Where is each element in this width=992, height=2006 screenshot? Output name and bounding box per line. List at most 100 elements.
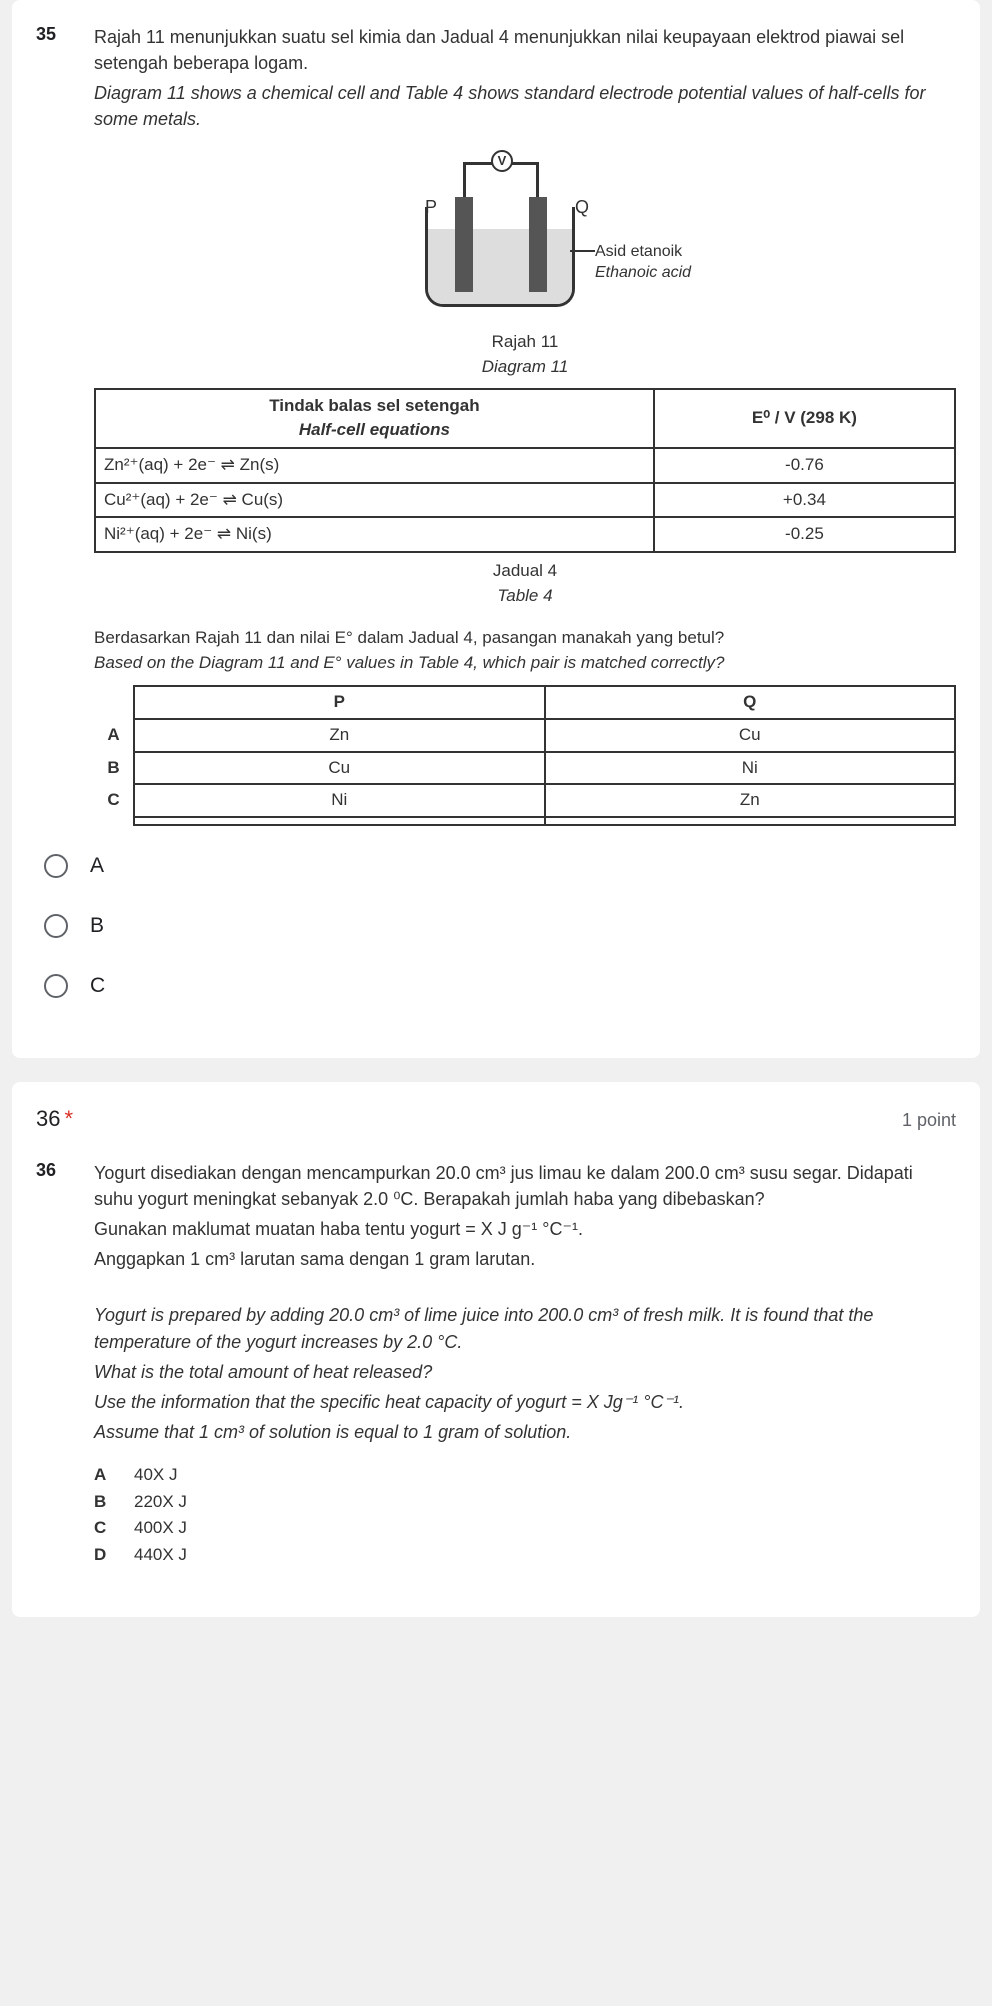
cell bbox=[545, 817, 956, 825]
option-label: A bbox=[90, 854, 104, 878]
acid-label: Asid etanoik Ethanoic acid bbox=[595, 242, 691, 284]
question-content-35: 35 Rajah 11 menunjukkan suatu sel kimia … bbox=[36, 24, 956, 826]
text-en-1: Yogurt is prepared by adding 20.0 cm³ of… bbox=[94, 1302, 956, 1354]
question-text: Berdasarkan Rajah 11 dan nilai E° dalam … bbox=[94, 626, 956, 675]
th-en: Half-cell equations bbox=[104, 418, 645, 443]
cell: Ni bbox=[134, 784, 545, 817]
table-row: C Ni Zn bbox=[94, 784, 955, 817]
acid-ms: Asid etanoik bbox=[595, 243, 682, 260]
text-ms-3: Anggapkan 1 cm³ larutan sama dengan 1 gr… bbox=[94, 1246, 956, 1272]
ans-head-q: Q bbox=[545, 686, 956, 719]
question-number-header: 36* bbox=[36, 1106, 73, 1132]
val-cell: +0.34 bbox=[654, 483, 955, 518]
question-card-35: 35 Rajah 11 menunjukkan suatu sel kimia … bbox=[12, 0, 980, 1058]
text-en-3: Use the information that the specific he… bbox=[94, 1389, 956, 1415]
cell: Zn bbox=[545, 784, 956, 817]
table-header-right: E⁰ / V (298 K) bbox=[654, 389, 955, 448]
text-ms-1: Yogurt disediakan dengan mencampurkan 20… bbox=[94, 1160, 956, 1212]
answer-key: B bbox=[94, 1490, 114, 1515]
wire bbox=[463, 162, 466, 202]
val-cell: -0.76 bbox=[654, 448, 955, 483]
eq-cell: Cu²⁺(aq) + 2e⁻ ⇌ Cu(s) bbox=[95, 483, 654, 518]
radio-icon bbox=[44, 974, 68, 998]
eq-cell: Zn²⁺(aq) + 2e⁻ ⇌ Zn(s) bbox=[95, 448, 654, 483]
answer-row: B 220X J bbox=[94, 1490, 956, 1515]
question-body: Yogurt disediakan dengan mencampurkan 20… bbox=[94, 1160, 956, 1570]
beaker-icon bbox=[425, 207, 575, 307]
question-number: 35 bbox=[36, 24, 76, 826]
table-row: Zn²⁺(aq) + 2e⁻ ⇌ Zn(s) -0.76 bbox=[95, 448, 955, 483]
answer-value: 40X J bbox=[134, 1463, 177, 1488]
row-label: A bbox=[94, 719, 134, 752]
caption-en: Diagram 11 bbox=[94, 355, 956, 380]
table-row bbox=[94, 817, 955, 825]
caption-ms: Jadual 4 bbox=[493, 561, 557, 580]
radio-icon bbox=[44, 854, 68, 878]
cell bbox=[134, 817, 545, 825]
electrode-p bbox=[455, 197, 473, 292]
table-header-left: Tindak balas sel setengah Half-cell equa… bbox=[95, 389, 654, 448]
th-ms: Tindak balas sel setengah bbox=[269, 396, 479, 415]
answer-value: 440X J bbox=[134, 1543, 187, 1568]
option-c[interactable]: C bbox=[44, 974, 956, 998]
question-header: 36* 1 point bbox=[36, 1106, 956, 1132]
caption-ms: Rajah 11 bbox=[492, 332, 559, 351]
label-line bbox=[570, 250, 595, 252]
option-a[interactable]: A bbox=[44, 854, 956, 878]
question-body: Rajah 11 menunjukkan suatu sel kimia dan… bbox=[94, 24, 956, 826]
text-en: Diagram 11 shows a chemical cell and Tab… bbox=[94, 80, 956, 132]
text-ms: Rajah 11 menunjukkan suatu sel kimia dan… bbox=[94, 24, 956, 76]
cell: Cu bbox=[134, 752, 545, 785]
question-number: 36 bbox=[36, 1160, 76, 1570]
answer-table: P Q A Zn Cu B Cu Ni C Ni Zn bbox=[94, 685, 956, 826]
cell: Zn bbox=[134, 719, 545, 752]
table-row: B Cu Ni bbox=[94, 752, 955, 785]
table-row: Cu²⁺(aq) + 2e⁻ ⇌ Cu(s) +0.34 bbox=[95, 483, 955, 518]
cell: Ni bbox=[545, 752, 956, 785]
q-ms: Berdasarkan Rajah 11 dan nilai E° dalam … bbox=[94, 628, 724, 647]
wire bbox=[536, 162, 539, 202]
electrode-q bbox=[529, 197, 547, 292]
diagram-caption: Rajah 11 Diagram 11 bbox=[94, 330, 956, 379]
answer-value: 400X J bbox=[134, 1516, 187, 1541]
val-cell: -0.25 bbox=[654, 517, 955, 552]
text-ms-2: Gunakan maklumat muatan haba tentu yogur… bbox=[94, 1216, 956, 1242]
option-label: B bbox=[90, 914, 104, 938]
text-en-2: What is the total amount of heat release… bbox=[94, 1359, 956, 1385]
table-row: A Zn Cu bbox=[94, 719, 955, 752]
answer-key: A bbox=[94, 1463, 114, 1488]
blank bbox=[94, 686, 134, 719]
answer-row: A 40X J bbox=[94, 1463, 956, 1488]
answer-key: C bbox=[94, 1516, 114, 1541]
points-label: 1 point bbox=[902, 1110, 956, 1131]
question-card-36: 36* 1 point 36 Yogurt disediakan dengan … bbox=[12, 1082, 980, 1618]
table-4: Tindak balas sel setengah Half-cell equa… bbox=[94, 388, 956, 553]
table-row: Ni²⁺(aq) + 2e⁻ ⇌ Ni(s) -0.25 bbox=[95, 517, 955, 552]
row-label: B bbox=[94, 752, 134, 785]
text-en-4: Assume that 1 cm³ of solution is equal t… bbox=[94, 1419, 956, 1445]
option-label: C bbox=[90, 974, 105, 998]
answer-list: A 40X J B 220X J C 400X J D 440X J bbox=[94, 1463, 956, 1568]
required-star-icon: * bbox=[64, 1106, 73, 1131]
ans-head-p: P bbox=[134, 686, 545, 719]
voltmeter-icon: V bbox=[491, 150, 513, 172]
answer-row: C 400X J bbox=[94, 1516, 956, 1541]
eq-cell: Ni²⁺(aq) + 2e⁻ ⇌ Ni(s) bbox=[95, 517, 654, 552]
caption-en: Table 4 bbox=[94, 584, 956, 609]
cell: Cu bbox=[545, 719, 956, 752]
liquid bbox=[428, 229, 572, 304]
row-label bbox=[94, 817, 134, 825]
electrode-label-q: Q bbox=[575, 194, 589, 220]
num: 36 bbox=[36, 1106, 60, 1131]
diagram-wrap: V P Q Asid etanoik Ethanoic acid bbox=[94, 152, 956, 322]
row-label: C bbox=[94, 784, 134, 817]
question-content-36: 36 Yogurt disediakan dengan mencampurkan… bbox=[36, 1160, 956, 1570]
option-b[interactable]: B bbox=[44, 914, 956, 938]
chemical-cell-diagram: V P Q Asid etanoik Ethanoic acid bbox=[315, 152, 735, 322]
answer-row: D 440X J bbox=[94, 1543, 956, 1568]
answer-options: A B C bbox=[36, 854, 956, 998]
answer-key: D bbox=[94, 1543, 114, 1568]
answer-value: 220X J bbox=[134, 1490, 187, 1515]
radio-icon bbox=[44, 914, 68, 938]
acid-en: Ethanoic acid bbox=[595, 264, 691, 281]
